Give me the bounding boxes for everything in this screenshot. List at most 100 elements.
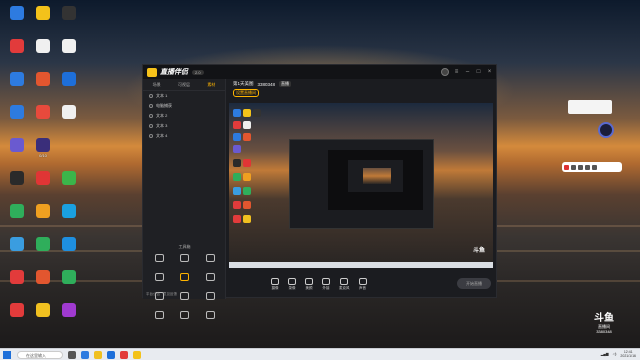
ime-icon[interactable] bbox=[585, 164, 590, 170]
toolbox-item[interactable] bbox=[198, 273, 223, 290]
scene-item[interactable]: 电脑捕获 bbox=[143, 101, 225, 111]
browser-icon[interactable] bbox=[107, 350, 115, 359]
task-view-icon[interactable] bbox=[68, 350, 76, 359]
taskbar-search-input[interactable]: 在这里输入 bbox=[17, 350, 63, 359]
control-button[interactable]: 麦克风 bbox=[339, 277, 350, 291]
desktop-icon[interactable]: 0/10 bbox=[28, 136, 58, 166]
room-info: 第1天美图 3380348 直播 bbox=[227, 79, 497, 89]
toolbox-item[interactable] bbox=[147, 273, 172, 290]
toolbox-item[interactable] bbox=[198, 254, 223, 271]
desktop-icon[interactable] bbox=[54, 37, 84, 67]
notification-card[interactable] bbox=[568, 100, 612, 114]
control-button[interactable]: 外接 bbox=[322, 277, 330, 291]
room-tag[interactable]: 直播 bbox=[279, 81, 292, 87]
ime-icon[interactable] bbox=[592, 164, 597, 170]
scene-item[interactable]: 文本 3 bbox=[143, 121, 225, 131]
toolbox-item[interactable] bbox=[147, 311, 172, 328]
control-button[interactable]: 录像 bbox=[288, 277, 296, 291]
desktop-icon[interactable] bbox=[54, 268, 84, 298]
app-icon bbox=[10, 270, 24, 284]
ime-toolbar[interactable] bbox=[562, 162, 622, 172]
toolbox-item[interactable] bbox=[172, 273, 197, 290]
volume-icon[interactable]: ◁) bbox=[613, 352, 617, 356]
tab-visible-layers[interactable]: 可视层 bbox=[170, 79, 197, 90]
start-stream-button[interactable]: 开始直播 bbox=[457, 278, 491, 289]
toolbox-item[interactable] bbox=[172, 254, 197, 271]
system-tray: ▂▄▆ ◁) 12:41 2021/1/16 bbox=[601, 350, 636, 358]
desktop-icon[interactable] bbox=[54, 169, 84, 199]
desktop-icon[interactable] bbox=[54, 202, 84, 232]
ime-icon[interactable] bbox=[571, 164, 576, 170]
network-icon[interactable]: ▂▄▆ bbox=[601, 352, 609, 356]
stream-preview[interactable]: 斗鱼 bbox=[229, 103, 493, 268]
control-button[interactable]: 摄像 bbox=[271, 277, 279, 291]
ime-icon[interactable] bbox=[578, 164, 583, 170]
douyu-brand: 斗鱼 bbox=[594, 313, 614, 324]
scene-item[interactable]: 文本 1 bbox=[143, 91, 225, 101]
preview-nested-window-2 bbox=[348, 160, 403, 192]
maximize-icon[interactable]: □ bbox=[475, 69, 482, 76]
desktop-icon[interactable] bbox=[54, 301, 84, 331]
streaming-app-taskbar-icon[interactable] bbox=[133, 350, 141, 359]
control-label: 声音 bbox=[359, 285, 366, 290]
desktop-icon[interactable] bbox=[54, 4, 84, 34]
file-explorer-icon[interactable] bbox=[94, 350, 102, 359]
preview-icon bbox=[233, 201, 241, 209]
clock[interactable]: 12:41 2021/1/16 bbox=[620, 350, 636, 358]
eye-icon[interactable] bbox=[149, 94, 153, 98]
toolbox-item[interactable] bbox=[198, 311, 223, 328]
tool-icon bbox=[180, 311, 190, 319]
app-icon bbox=[10, 204, 24, 218]
eye-icon[interactable] bbox=[149, 104, 153, 108]
app-icon bbox=[36, 105, 50, 119]
tab-scenes[interactable]: 场景 bbox=[143, 79, 170, 90]
control-button[interactable]: 美颜 bbox=[305, 277, 313, 291]
control-icon bbox=[305, 277, 313, 285]
tab-materials[interactable]: 素材 bbox=[198, 79, 225, 90]
preview-icon bbox=[243, 173, 251, 181]
minimize-icon[interactable]: – bbox=[464, 69, 471, 76]
preview-icon bbox=[243, 133, 251, 141]
app-taskbar-icon[interactable] bbox=[120, 350, 128, 359]
scene-item[interactable]: 文本 2 bbox=[143, 111, 225, 121]
announcement-link[interactable]: 平台公告 bbox=[146, 292, 160, 297]
desktop-icon[interactable] bbox=[54, 70, 84, 100]
eye-icon[interactable] bbox=[149, 124, 153, 128]
eye-icon[interactable] bbox=[149, 114, 153, 118]
windows-start-icon[interactable] bbox=[3, 350, 11, 359]
preview-icon bbox=[243, 121, 251, 129]
scene-label: 文本 2 bbox=[156, 113, 168, 118]
app-icon bbox=[62, 105, 76, 119]
eye-icon[interactable] bbox=[149, 134, 153, 138]
desktop-icon[interactable] bbox=[54, 235, 84, 265]
control-label: 麦克风 bbox=[339, 285, 350, 290]
toolbox-grid bbox=[147, 254, 223, 328]
room-settings-button[interactable]: 设置直播间 bbox=[233, 89, 259, 97]
circular-widget-icon[interactable] bbox=[598, 122, 614, 138]
toolbox-item[interactable] bbox=[172, 311, 197, 328]
clock-date: 2021/1/16 bbox=[620, 354, 636, 358]
left-tabs: 场景 可视层 素材 bbox=[143, 79, 225, 91]
toolbox-item[interactable] bbox=[147, 254, 172, 271]
preview-icon bbox=[233, 109, 241, 117]
feedback-link[interactable]: 意见反馈 bbox=[163, 292, 177, 297]
control-button[interactable]: 声音 bbox=[358, 277, 367, 291]
settings-icon[interactable]: ≡ bbox=[453, 69, 460, 76]
ime-icon[interactable] bbox=[564, 164, 569, 170]
desktop-icon[interactable] bbox=[54, 103, 84, 133]
taskbar: 在这里输入 ▂▄▆ ◁) 12:41 2021/1/16 bbox=[0, 348, 640, 360]
tool-icon bbox=[205, 311, 215, 319]
close-icon[interactable]: × bbox=[486, 69, 493, 76]
app-icon bbox=[10, 171, 24, 185]
scene-item[interactable]: 文本 4 bbox=[143, 131, 225, 141]
app-version-badge: 2.0 bbox=[192, 69, 204, 75]
app-icon bbox=[62, 6, 76, 20]
edge-browser-icon[interactable] bbox=[81, 350, 89, 359]
preview-icon bbox=[243, 201, 251, 209]
titlebar-controls: ≡ – □ × bbox=[441, 68, 493, 76]
app-icon bbox=[62, 39, 76, 53]
toolbox-item[interactable] bbox=[198, 292, 223, 309]
avatar[interactable] bbox=[441, 68, 449, 76]
tool-icon bbox=[205, 292, 215, 300]
preview-icon bbox=[253, 109, 261, 117]
